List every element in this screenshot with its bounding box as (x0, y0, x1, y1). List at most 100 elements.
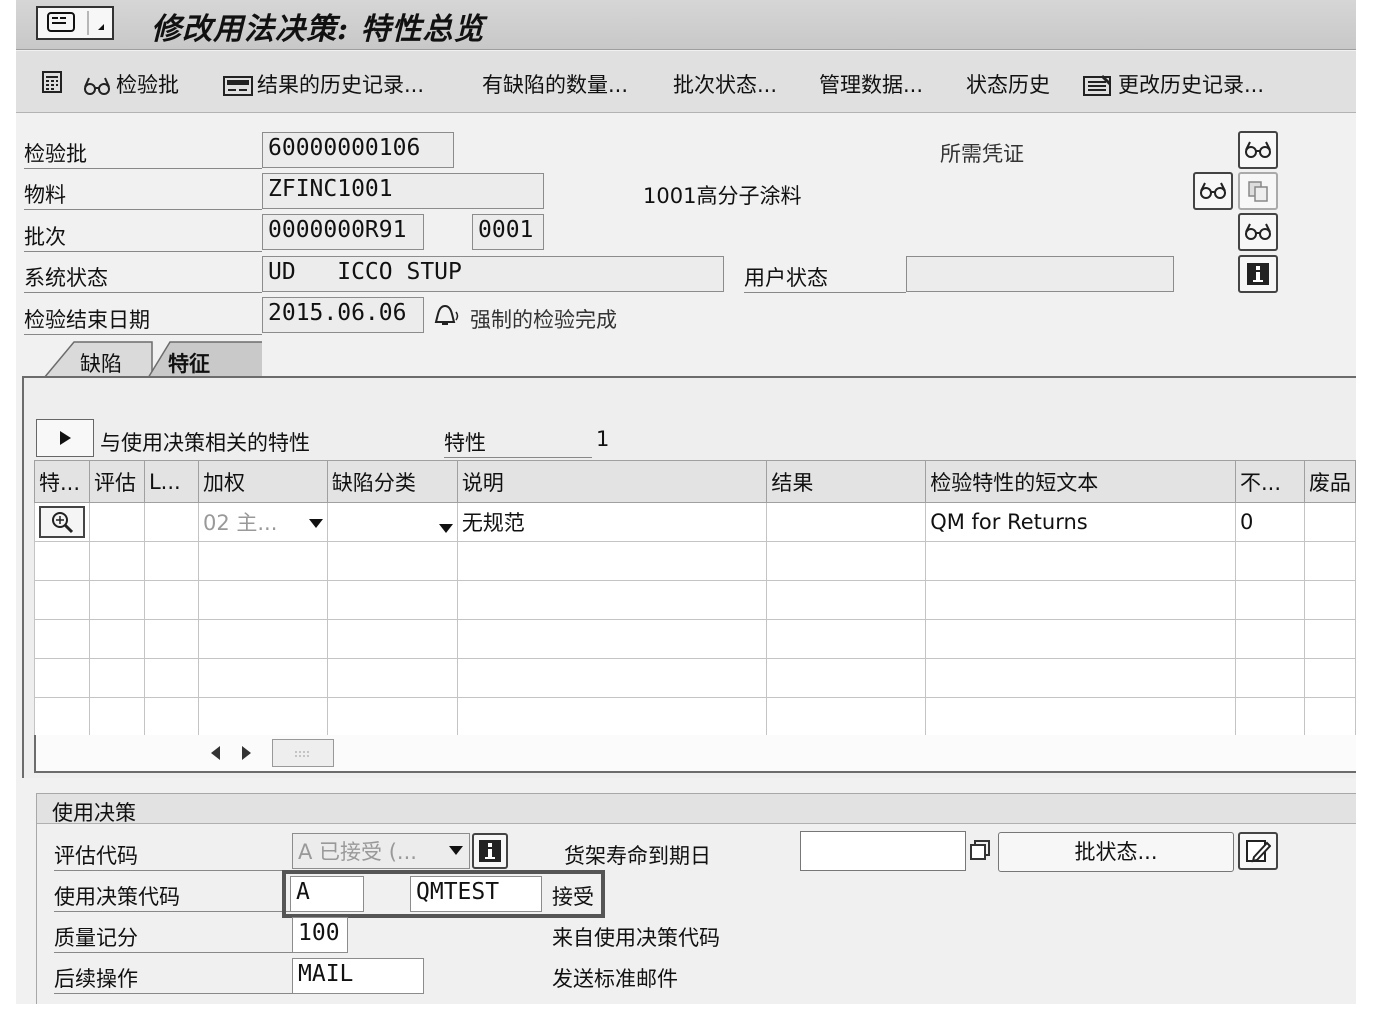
inspection-lot-label: 检验批 (24, 138, 262, 169)
nonconforming-cell[interactable]: 0 (1234, 502, 1305, 542)
table-row (34, 658, 1356, 698)
calendar-popup-icon[interactable] (968, 838, 994, 864)
material-label: 物料 (24, 179, 262, 210)
glasses-icon (84, 77, 110, 95)
col-header-char[interactable]: 特... (34, 460, 90, 503)
batch-status-button[interactable]: 批状态... (998, 832, 1234, 872)
tab-characteristics[interactable]: 特征 (168, 348, 210, 378)
table-row (34, 541, 1356, 581)
glasses-icon (1245, 223, 1271, 240)
history-icon (223, 76, 253, 96)
valuation-cell[interactable] (89, 502, 145, 542)
batch-display-button[interactable] (1238, 213, 1278, 251)
valuation-code-dropdown[interactable]: A 已接受 (... (292, 833, 470, 869)
col-header-description[interactable]: 说明 (456, 460, 768, 503)
docs-required-label: 所需凭证 (940, 142, 1024, 166)
play-arrow-icon (60, 431, 71, 445)
end-date-label: 检验结束日期 (24, 304, 262, 335)
l-cell[interactable] (143, 502, 199, 542)
inspection-lot-field[interactable]: 60000000106 (262, 132, 454, 168)
result-cell[interactable] (766, 502, 927, 542)
title-bar: 修改用法决策: 特性总览 (16, 0, 1356, 50)
toolbar-status-history[interactable]: 状态历史 (966, 69, 1050, 99)
toolbar-admin-data[interactable]: 管理数据... (819, 69, 923, 99)
status-info-button[interactable] (1238, 255, 1278, 293)
scroll-thumb[interactable] (272, 739, 334, 767)
system-status-field[interactable]: UD ICCO STUP (262, 256, 724, 292)
weight-value: 02 主... (202, 511, 278, 535)
usage-decision-title: 使用决策 (52, 801, 136, 825)
col-header-valuation[interactable]: 评估 (89, 460, 145, 503)
end-date-field[interactable]: 2015.06.06 (262, 297, 424, 333)
system-status-label: 系统状态 (24, 262, 262, 293)
info-icon (1247, 263, 1269, 285)
expand-button[interactable] (36, 419, 94, 457)
col-header-weight[interactable]: 加权 (197, 460, 328, 503)
bell-icon (434, 304, 459, 325)
scroll-right-icon[interactable] (236, 743, 256, 763)
user-status-label: 用户状态 (744, 262, 906, 293)
valuation-code-value: A 已接受 (... (298, 840, 417, 864)
edit-text-button[interactable] (1238, 832, 1278, 870)
valuation-info-button[interactable] (472, 833, 508, 869)
characteristics-count-value: 1 (596, 427, 610, 451)
material-description: 1001高分子涂料 (643, 184, 802, 208)
follow-up-label: 后续操作 (54, 963, 292, 994)
chevron-down-icon[interactable] (438, 523, 453, 533)
col-header-l[interactable]: L... (143, 460, 199, 503)
follow-up-field[interactable]: MAIL (292, 958, 424, 994)
col-header-defect-class[interactable]: 缺陷分类 (326, 460, 458, 503)
toolbar-result-history[interactable]: 结果的历史记录... (223, 69, 424, 99)
quality-score-label: 质量记分 (54, 922, 292, 953)
table-row: 02 主... 无规范 QM for Returns 0 (34, 502, 1356, 542)
shelf-life-field[interactable] (800, 831, 966, 871)
row-detail-cell[interactable] (34, 502, 90, 542)
batch-label: 批次 (24, 221, 262, 252)
description-cell: 无规范 (456, 502, 768, 542)
application-toolbar: 检验批 结果的历史记录... 有缺陷的数量... 批次状态... 管理数据...… (16, 51, 1356, 113)
table-row (34, 580, 1356, 620)
weight-cell[interactable]: 02 主... (197, 502, 328, 542)
quality-score-field[interactable]: 100 (292, 917, 348, 953)
material-field[interactable]: ZFINC1001 (262, 173, 544, 209)
col-header-nonconforming[interactable]: 不... (1234, 460, 1305, 503)
system-menu-button[interactable] (36, 6, 114, 40)
material-display-button[interactable] (1193, 172, 1233, 210)
glasses-icon (1200, 182, 1226, 199)
scrap-cell[interactable] (1303, 502, 1356, 542)
toolbar-inspection-lot[interactable]: 检验批 (82, 69, 179, 99)
docs-display-button[interactable] (1238, 131, 1278, 169)
sap-window: 修改用法决策: 特性总览 检验批 结果的历史记录... 有缺陷的数量... 批次… (16, 0, 1356, 1004)
col-header-result[interactable]: 结果 (766, 460, 927, 503)
chevron-down-icon[interactable] (449, 846, 463, 855)
ud-code-group-field[interactable]: QMTEST (410, 876, 542, 912)
user-status-field[interactable] (906, 256, 1174, 292)
page-title: 修改用法决策: 特性总览 (151, 12, 485, 47)
material-copy-button[interactable] (1238, 172, 1278, 210)
characteristics-count-label: 特性 (444, 427, 592, 458)
detail-button[interactable] (39, 506, 85, 538)
ud-code-text: 接受 (552, 885, 594, 909)
col-header-scrap[interactable]: 废品 (1303, 460, 1356, 503)
scroll-left-icon[interactable] (206, 743, 226, 763)
tab-strip (42, 341, 262, 379)
short-text-cell: QM for Returns (925, 502, 1236, 542)
toolbar-defect-quantity[interactable]: 有缺陷的数量... (482, 69, 628, 99)
horizontal-scrollbar[interactable] (34, 735, 1356, 773)
batch-field[interactable]: 0000000R91 (262, 214, 424, 250)
info-icon (479, 840, 501, 862)
defect-class-cell[interactable] (326, 502, 458, 542)
toolbar-batch-status[interactable]: 批次状态... (673, 69, 777, 99)
toolbar-change-history[interactable]: 更改历史记录... (1082, 69, 1264, 99)
valuation-code-label: 评估代码 (54, 840, 292, 871)
chevron-down-icon[interactable] (308, 519, 323, 528)
tab-defects[interactable]: 缺陷 (80, 348, 122, 378)
calculator-icon[interactable] (40, 69, 68, 94)
batch-sublot-field[interactable]: 0001 (472, 214, 544, 250)
col-header-short-text[interactable]: 检验特性的短文本 (925, 460, 1236, 503)
forced-completion-note: 强制的检验完成 (470, 308, 617, 332)
change-log-icon (1083, 74, 1112, 96)
ud-code-field[interactable]: A (290, 876, 364, 912)
quality-score-text: 来自使用决策代码 (552, 926, 720, 950)
shelf-life-label: 货架寿命到期日 (564, 844, 711, 868)
